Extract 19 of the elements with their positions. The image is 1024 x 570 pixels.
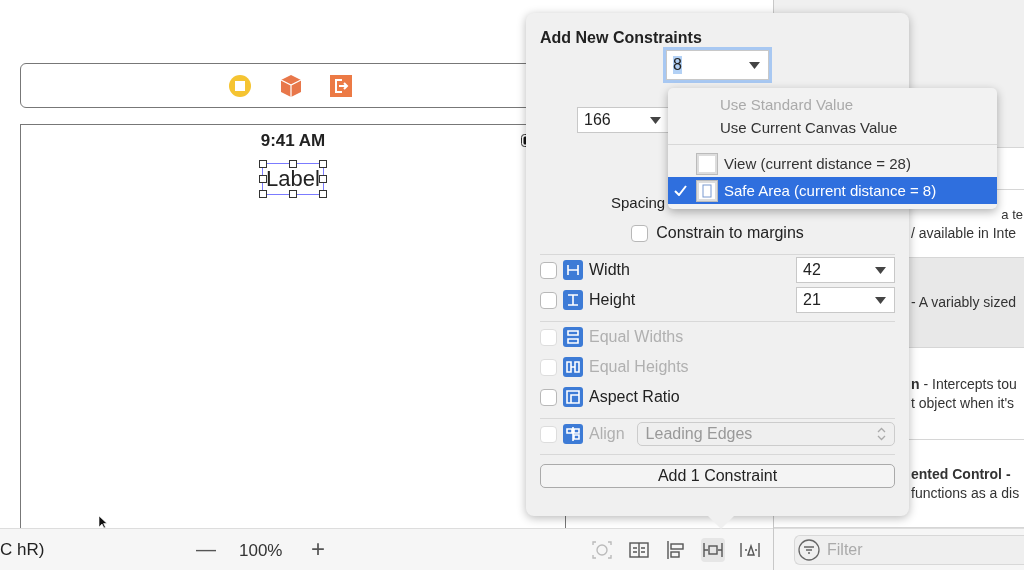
library-row-text: functions as a dis: [911, 483, 1021, 503]
popover-title: Add New Constraints: [540, 28, 703, 48]
constraint-label: Width: [589, 261, 630, 279]
library-row-text: / available in Inte: [911, 223, 1018, 243]
library-row-text: - A variably sized: [911, 293, 1018, 312]
status-time: 9:41 AM: [260, 131, 326, 151]
library-row-text: t object when it's: [911, 393, 1016, 413]
library-row-text: ented Control -: [911, 464, 1012, 484]
spacing-label: Spacing: [611, 193, 667, 213]
library-row-text: a te: [1001, 205, 1023, 224]
constraint-label: Height: [589, 291, 636, 309]
constraint-label: Equal Widths: [589, 328, 684, 346]
constraint-label: Align: [589, 425, 625, 443]
constraint-label: Equal Heights: [589, 358, 689, 376]
checkbox-label: Constrain to margins: [656, 224, 804, 242]
device-config-text: C hR): [0, 540, 45, 560]
library-row-text: n - Intercepts tou: [911, 374, 1018, 394]
zoom-level: 100%: [239, 541, 283, 561]
constraint-label: Aspect Ratio: [589, 388, 680, 406]
